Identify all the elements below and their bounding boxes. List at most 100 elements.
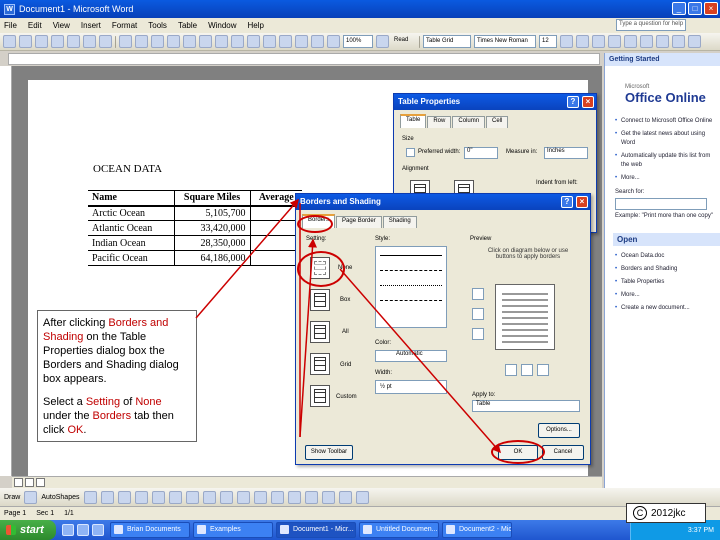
web-view-icon[interactable]: [25, 478, 34, 487]
clipart-icon[interactable]: [202, 490, 216, 504]
desktop-icon[interactable]: [77, 524, 89, 536]
insert-table-icon[interactable]: [247, 35, 260, 48]
preferred-width-checkbox[interactable]: [406, 148, 415, 157]
3d-icon[interactable]: [355, 490, 369, 504]
cancel-button[interactable]: Cancel: [542, 445, 584, 460]
font-color-icon[interactable]: [270, 490, 284, 504]
menu-window[interactable]: Window: [208, 21, 236, 30]
create-new-link[interactable]: Create a new document...: [615, 304, 720, 313]
top-border-button[interactable]: [472, 288, 484, 300]
line-color-icon[interactable]: [253, 490, 267, 504]
menu-file[interactable]: File: [4, 21, 17, 30]
new-icon[interactable]: [3, 35, 16, 48]
font-size-select[interactable]: 12: [539, 35, 557, 48]
horizontal-scrollbar[interactable]: [12, 476, 602, 488]
apply-to-select[interactable]: Table: [472, 400, 580, 412]
menu-format[interactable]: Format: [112, 21, 137, 30]
tab-table[interactable]: Table: [400, 114, 427, 128]
vertical-ruler[interactable]: [0, 66, 12, 476]
left-border-button[interactable]: [505, 364, 517, 376]
arrow-icon[interactable]: [100, 490, 114, 504]
shadow-icon[interactable]: [338, 490, 352, 504]
setting-custom-option[interactable]: [310, 385, 330, 407]
tab-row[interactable]: Row: [427, 116, 452, 128]
insert-excel-icon[interactable]: [263, 35, 276, 48]
options-button[interactable]: Options...: [538, 423, 580, 438]
read-button[interactable]: Read: [392, 35, 416, 48]
inside-v-border-button[interactable]: [521, 364, 533, 376]
format-painter-icon[interactable]: [167, 35, 180, 48]
columns-icon[interactable]: [279, 35, 292, 48]
measure-select[interactable]: Inches: [544, 147, 588, 159]
line-icon[interactable]: [83, 490, 97, 504]
task-pane-link[interactable]: More...: [615, 174, 720, 183]
hyperlink-icon[interactable]: [215, 35, 228, 48]
show-hide-icon[interactable]: [327, 35, 340, 48]
tab-column[interactable]: Column: [452, 116, 486, 128]
copy-icon[interactable]: [135, 35, 148, 48]
line-style-icon[interactable]: [287, 490, 301, 504]
help-icon[interactable]: [376, 35, 389, 48]
undo-icon[interactable]: [183, 35, 196, 48]
arrow-style-icon[interactable]: [321, 490, 335, 504]
style-list[interactable]: [375, 246, 447, 328]
rectangle-icon[interactable]: [117, 490, 131, 504]
spelling-icon[interactable]: [99, 35, 112, 48]
permission-icon[interactable]: [51, 35, 64, 48]
taskbar-item[interactable]: Document1 - Micr...: [276, 522, 356, 538]
cut-icon[interactable]: [119, 35, 132, 48]
task-pane-link[interactable]: Get the latest news about using Word: [615, 130, 720, 148]
redo-icon[interactable]: [199, 35, 212, 48]
close-button[interactable]: ×: [582, 96, 594, 108]
menu-table[interactable]: Table: [178, 21, 197, 30]
inside-h-border-button[interactable]: [472, 308, 484, 320]
tab-cell[interactable]: Cell: [486, 116, 509, 128]
help-button[interactable]: ?: [567, 96, 579, 108]
center-icon[interactable]: [624, 35, 637, 48]
italic-icon[interactable]: [576, 35, 589, 48]
taskbar-item[interactable]: Brian Documents: [110, 522, 190, 538]
justify-icon[interactable]: [656, 35, 669, 48]
setting-grid-option[interactable]: [310, 353, 330, 375]
style-dash-dot[interactable]: [380, 300, 442, 301]
recent-file-link[interactable]: More...: [615, 291, 720, 300]
recent-file-link[interactable]: Ocean Data.doc: [615, 252, 720, 261]
autoshapes-menu[interactable]: AutoShapes: [41, 494, 79, 501]
menu-help[interactable]: Help: [248, 21, 264, 30]
underline-icon[interactable]: [592, 35, 605, 48]
bottom-border-button[interactable]: [472, 328, 484, 340]
tab-shading[interactable]: Shading: [382, 216, 417, 228]
menu-insert[interactable]: Insert: [81, 21, 101, 30]
paste-icon[interactable]: [151, 35, 164, 48]
oval-icon[interactable]: [134, 490, 148, 504]
tables-borders-icon[interactable]: [231, 35, 244, 48]
select-objects-icon[interactable]: [24, 490, 38, 504]
zoom-select[interactable]: 100%: [343, 35, 373, 48]
style-dashed[interactable]: [380, 270, 442, 271]
close-button[interactable]: ×: [704, 2, 718, 15]
wordart-icon[interactable]: [168, 490, 182, 504]
line-spacing-icon[interactable]: [672, 35, 685, 48]
setting-all-option[interactable]: [310, 321, 330, 343]
document-map-icon[interactable]: [311, 35, 324, 48]
diagram-icon[interactable]: [185, 490, 199, 504]
width-select[interactable]: ½ pt: [375, 380, 447, 394]
style-solid[interactable]: [380, 255, 442, 256]
font-color-icon[interactable]: [688, 35, 701, 48]
style-dotted[interactable]: [380, 285, 442, 286]
help-search-input[interactable]: Type a question for help: [616, 19, 686, 31]
style-select[interactable]: Table Grid: [423, 35, 471, 48]
menu-edit[interactable]: Edit: [28, 21, 42, 30]
bold-icon[interactable]: [560, 35, 573, 48]
taskbar-item[interactable]: Document2 - Micr...: [442, 522, 512, 538]
dash-style-icon[interactable]: [304, 490, 318, 504]
ocean-data-table[interactable]: Name Square Miles Average Arctic Ocean 5…: [88, 190, 302, 266]
close-button[interactable]: ×: [576, 196, 588, 208]
maximize-button[interactable]: □: [688, 2, 702, 15]
font-select[interactable]: Times New Roman: [474, 35, 536, 48]
taskbar-item[interactable]: Untitled Documen...: [359, 522, 439, 538]
save-icon[interactable]: [35, 35, 48, 48]
drawing-icon[interactable]: [295, 35, 308, 48]
minimize-button[interactable]: _: [672, 2, 686, 15]
taskbar-item[interactable]: Examples: [193, 522, 273, 538]
